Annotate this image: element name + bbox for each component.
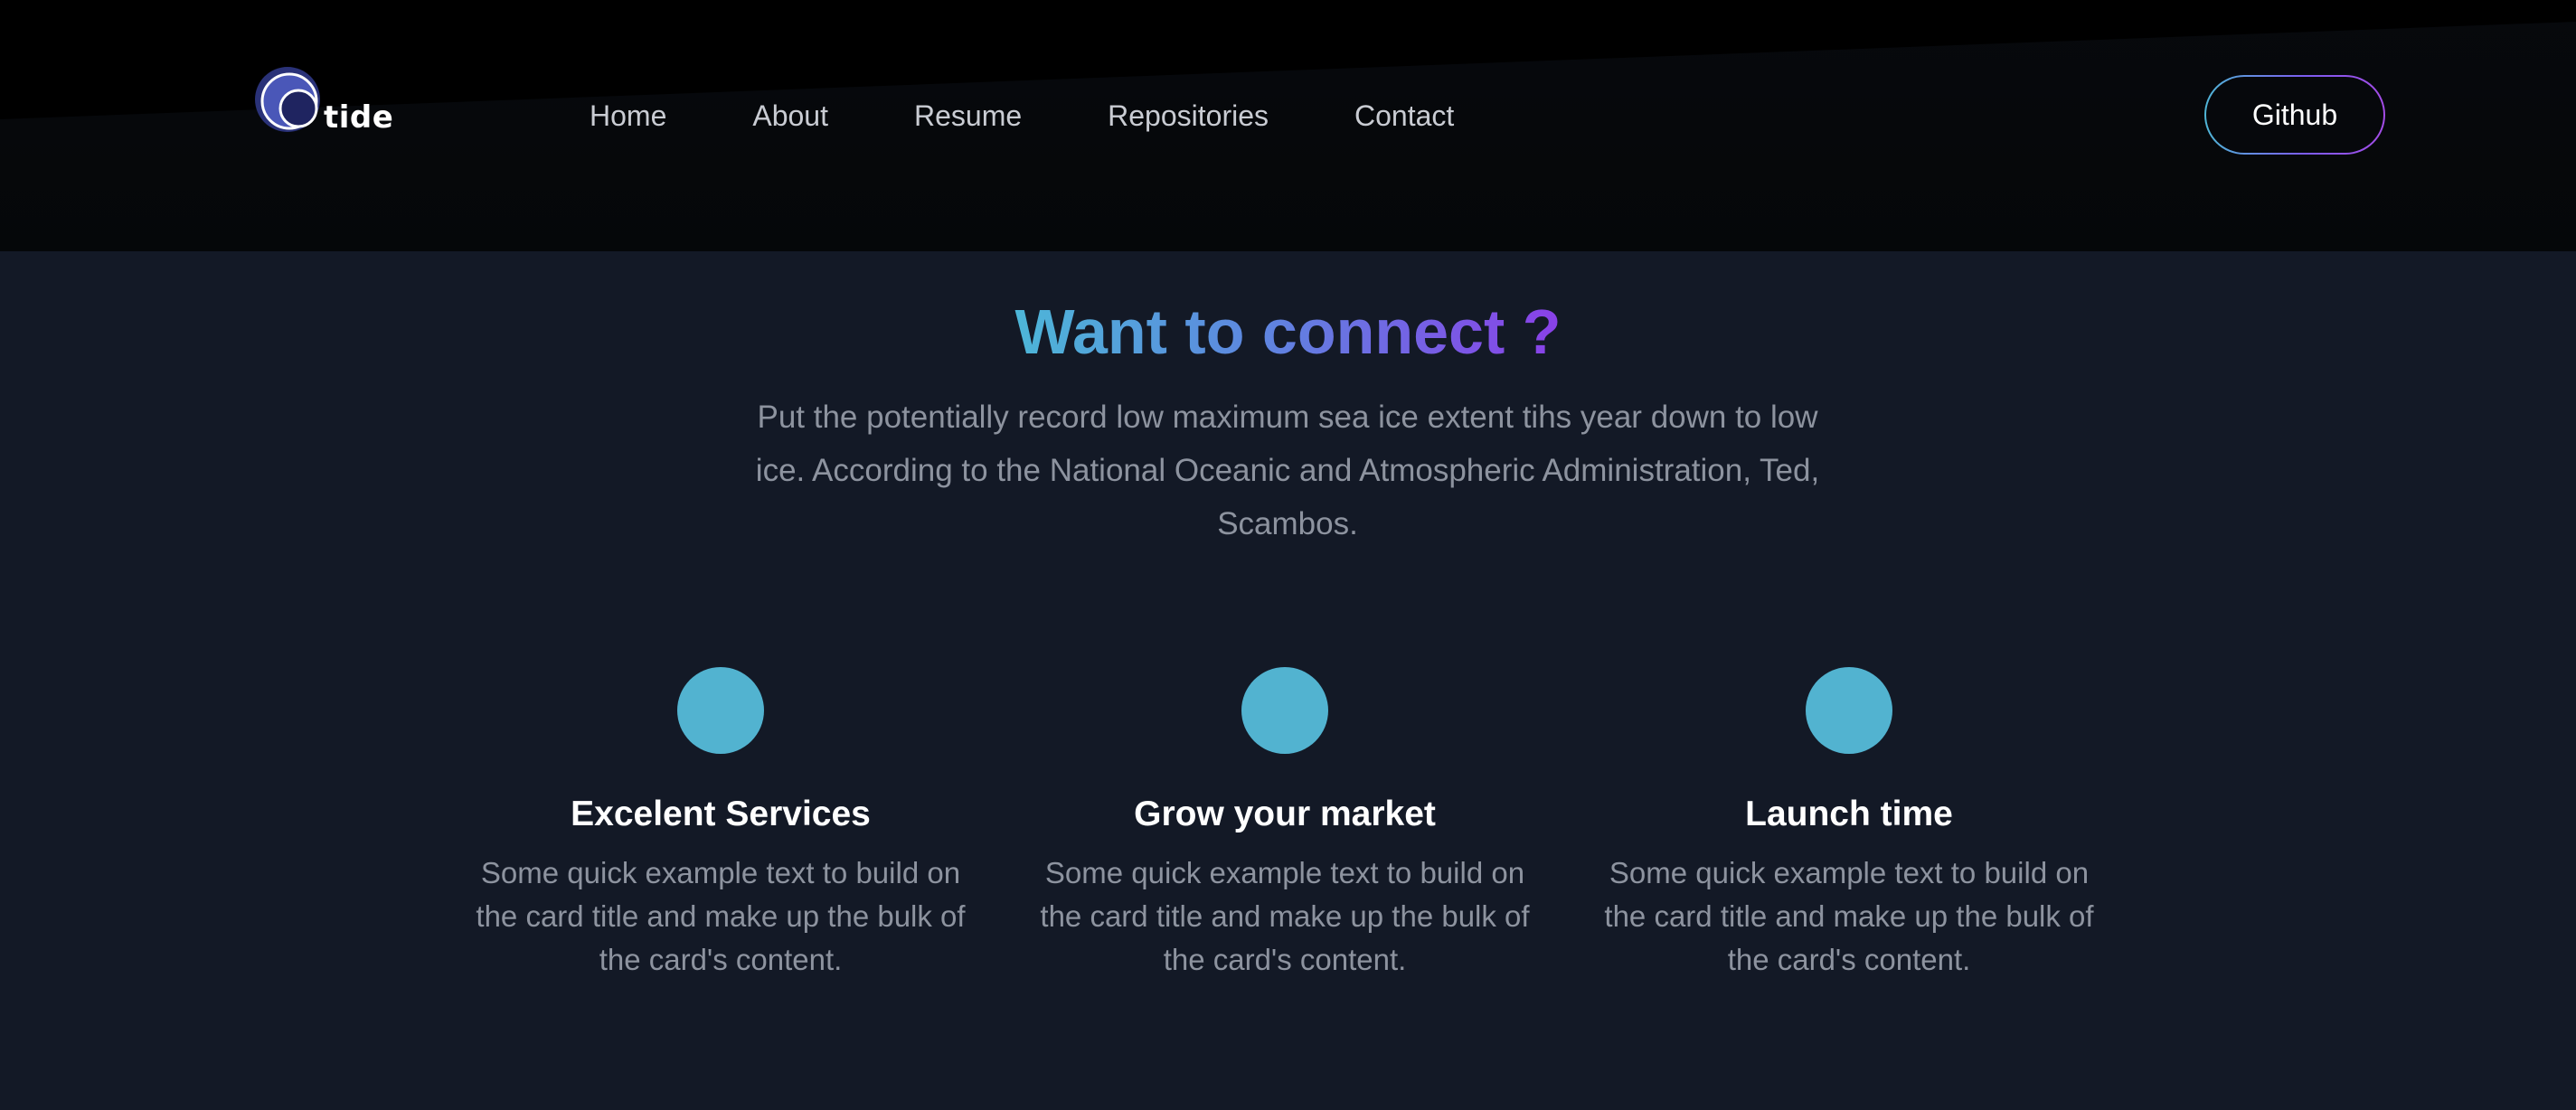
- feature-circle-icon: [1806, 667, 1892, 754]
- main-nav: Home About Resume Repositories Contact: [590, 94, 1454, 137]
- feature-text: Some quick example text to build on the …: [1040, 856, 1530, 976]
- page: tide Home About Resume Repositories Cont…: [0, 0, 2576, 1110]
- feature-title: Grow your market: [1134, 795, 1436, 833]
- feature-list: Excelent Services Some quick example tex…: [0, 667, 2576, 1029]
- feature-text: Some quick example text to build on the …: [1604, 856, 2094, 976]
- feature-card-launch-time: Launch time Some quick example text to b…: [1596, 667, 2102, 982]
- github-button[interactable]: Github: [2204, 75, 2385, 155]
- feature-title: Launch time: [1745, 795, 1953, 833]
- connect-section: Want to connect ? Put the potentially re…: [0, 251, 2576, 1110]
- nav-item-contact[interactable]: Contact: [1354, 94, 1454, 137]
- nav-item-home[interactable]: Home: [590, 94, 666, 137]
- connect-description: Put the potentially record low maximum s…: [755, 400, 1820, 541]
- connect-title: Want to connect ?: [0, 291, 2576, 372]
- feature-card-grow-your-market: Grow your market Some quick example text…: [1032, 667, 1538, 982]
- nav-item-resume[interactable]: Resume: [914, 94, 1022, 137]
- nav-item-repositories[interactable]: Repositories: [1108, 94, 1269, 137]
- feature-circle-icon: [677, 667, 764, 754]
- feature-title: Excelent Services: [571, 795, 871, 833]
- nav-item-about[interactable]: About: [752, 94, 828, 137]
- brand-logo[interactable]: tide: [253, 65, 393, 137]
- github-button-label: Github: [2206, 77, 2383, 153]
- feature-text: Some quick example text to build on the …: [476, 856, 966, 976]
- feature-card-excelent-services: Excelent Services Some quick example tex…: [467, 667, 974, 982]
- feature-circle-icon: [1241, 667, 1328, 754]
- site-header: tide Home About Resume Repositories Cont…: [0, 0, 2576, 251]
- brand-name: tide: [324, 99, 394, 136]
- connect-title-text: Want to connect ?: [1014, 296, 1562, 367]
- tide-wave-logo-icon: [255, 67, 320, 132]
